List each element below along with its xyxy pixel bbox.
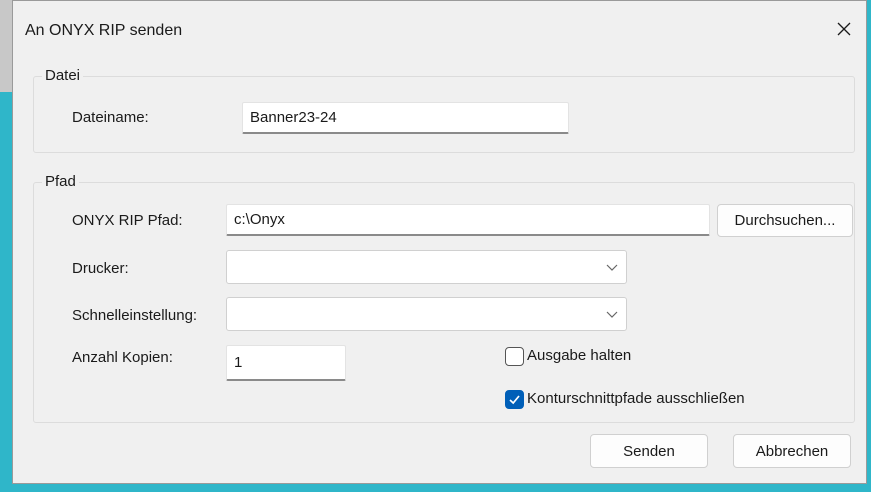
send-to-onyx-dialog: An ONYX RIP senden Datei Dateiname: Bann… bbox=[12, 0, 867, 484]
background-window-edge-bottom bbox=[0, 484, 871, 492]
hold-output-label[interactable]: Ausgabe halten bbox=[527, 347, 631, 364]
exclude-contour-label[interactable]: Konturschnittpfade ausschließen bbox=[527, 390, 745, 407]
title-bar: An ONYX RIP senden bbox=[13, 1, 866, 63]
dialog-title: An ONYX RIP senden bbox=[25, 22, 183, 39]
close-button[interactable] bbox=[822, 9, 866, 49]
filename-input[interactable]: Banner23-24 bbox=[242, 102, 569, 134]
background-window-edge-right bbox=[867, 0, 871, 492]
send-button[interactable]: Senden bbox=[590, 434, 708, 468]
preset-dropdown[interactable] bbox=[226, 297, 627, 331]
exclude-contour-checkbox[interactable] bbox=[505, 390, 524, 409]
filename-label: Dateiname: bbox=[72, 109, 149, 126]
datei-group: Datei Dateiname: Banner23-24 bbox=[33, 67, 855, 153]
close-icon bbox=[837, 22, 851, 36]
pfad-group: Pfad ONYX RIP Pfad: c:\Onyx Durchsuchen.… bbox=[33, 173, 855, 423]
printer-label: Drucker: bbox=[72, 260, 129, 277]
copies-input[interactable]: 1 bbox=[226, 345, 346, 381]
filename-value: Banner23-24 bbox=[250, 109, 337, 126]
rip-path-input[interactable]: c:\Onyx bbox=[226, 204, 710, 236]
browse-button[interactable]: Durchsuchen... bbox=[717, 204, 853, 237]
printer-dropdown[interactable] bbox=[226, 250, 627, 284]
cancel-button[interactable]: Abbrechen bbox=[733, 434, 851, 468]
chevron-down-icon bbox=[606, 264, 618, 271]
rip-path-label: ONYX RIP Pfad: bbox=[72, 212, 183, 229]
datei-group-legend: Datei bbox=[42, 67, 84, 84]
chevron-down-icon bbox=[606, 311, 618, 318]
checkmark-icon bbox=[509, 395, 520, 405]
preset-label: Schnelleinstellung: bbox=[72, 307, 198, 324]
pfad-group-legend: Pfad bbox=[42, 173, 79, 190]
rip-path-value: c:\Onyx bbox=[234, 211, 285, 228]
copies-value: 1 bbox=[234, 354, 243, 371]
hold-output-checkbox[interactable] bbox=[505, 347, 524, 366]
copies-label: Anzahl Kopien: bbox=[72, 349, 173, 366]
